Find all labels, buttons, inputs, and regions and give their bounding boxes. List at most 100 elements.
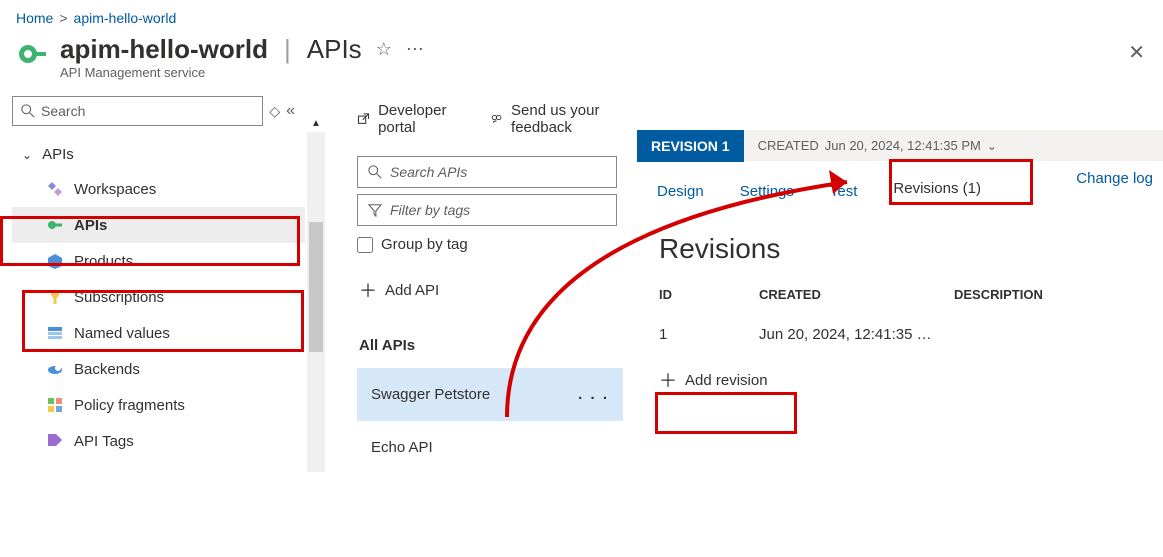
col-header-description: DESCRIPTION xyxy=(954,287,1141,302)
breadcrumb: Home > apim-hello-world xyxy=(0,0,1163,30)
sidebar-item-label: Backends xyxy=(74,361,140,378)
policy-fragments-icon xyxy=(46,396,64,414)
favorite-star-icon[interactable]: ☆ xyxy=(376,39,392,60)
group-by-tag-label: Group by tag xyxy=(381,236,468,253)
scroll-thumb[interactable] xyxy=(309,222,323,352)
add-revision-button[interactable]: ＋ Add revision xyxy=(659,367,768,393)
sidebar-item-subscriptions[interactable]: Subscriptions xyxy=(12,279,305,315)
api-item-label: Echo API xyxy=(371,439,433,456)
tab-settings[interactable]: Settings xyxy=(740,181,794,202)
developer-portal-label: Developer portal xyxy=(378,102,458,136)
title-pipe: | xyxy=(282,34,293,65)
col-header-id: ID xyxy=(659,287,759,302)
all-apis-header[interactable]: All APIs xyxy=(359,329,623,362)
sidebar: Search ◇ « ⌄ APIs Workspaces APIs Prod xyxy=(0,92,305,549)
filter-icon xyxy=(368,203,382,217)
sidebar-item-label: APIs xyxy=(74,217,107,234)
chevron-down-icon: ⌄ xyxy=(987,139,997,153)
scroll-up-icon[interactable]: ▲ xyxy=(307,114,325,132)
breadcrumb-resource[interactable]: apim-hello-world xyxy=(74,10,177,26)
add-api-label: Add API xyxy=(385,282,439,299)
search-icon xyxy=(21,104,35,118)
feedback-label: Send us your feedback xyxy=(511,102,623,136)
api-item-swagger-petstore[interactable]: Swagger Petstore . . . xyxy=(357,368,623,421)
tab-change-log[interactable]: Change log xyxy=(1076,170,1153,187)
api-item-more-icon[interactable]: . . . xyxy=(578,386,609,403)
apis-icon xyxy=(46,216,64,234)
add-revision-label: Add revision xyxy=(685,372,768,389)
sidebar-search-input[interactable]: Search xyxy=(12,96,263,126)
feedback-icon xyxy=(490,110,503,128)
sidebar-item-label: Subscriptions xyxy=(74,289,164,306)
sidebar-scrollbar[interactable]: ▲ xyxy=(307,132,325,472)
named-values-icon xyxy=(46,324,64,342)
revision-created-info[interactable]: CREATED Jun 20, 2024, 12:41:35 PM ⌄ xyxy=(744,130,1163,161)
apim-service-icon xyxy=(16,38,48,70)
revisions-heading: Revisions xyxy=(659,233,1163,265)
tab-test[interactable]: Test xyxy=(830,181,858,202)
revision-bar: REVISION 1 CREATED Jun 20, 2024, 12:41:3… xyxy=(637,128,1163,164)
main-layout: Search ◇ « ⌄ APIs Workspaces APIs Prod xyxy=(0,92,1163,549)
nav-group-label: APIs xyxy=(42,146,74,163)
sidebar-item-label: API Tags xyxy=(74,433,134,450)
backends-icon xyxy=(46,360,64,378)
revisions-table-header: ID CREATED DESCRIPTION xyxy=(637,287,1163,316)
annotation-box-add-revision xyxy=(655,392,797,434)
sidebar-item-label: Named values xyxy=(74,325,170,342)
revision-created-label: CREATED xyxy=(758,138,819,153)
filter-tags-input[interactable]: Filter by tags xyxy=(357,194,617,226)
developer-portal-link[interactable]: Developer portal xyxy=(357,102,458,136)
plus-icon: ＋ xyxy=(359,277,377,303)
col-header-created: CREATED xyxy=(759,287,954,302)
revision-badge[interactable]: REVISION 1 xyxy=(637,130,744,162)
page-subtitle: API Management service xyxy=(60,65,424,80)
sidebar-item-api-tags[interactable]: API Tags xyxy=(12,423,305,459)
chevron-down-icon: ⌄ xyxy=(22,148,32,162)
sidebar-search-placeholder: Search xyxy=(41,103,85,119)
sidebar-item-policy-fragments[interactable]: Policy fragments xyxy=(12,387,305,423)
tab-design[interactable]: Design xyxy=(657,181,704,202)
products-icon xyxy=(46,252,64,270)
api-item-label: Swagger Petstore xyxy=(371,386,490,403)
breadcrumb-sep: > xyxy=(59,10,67,26)
subscriptions-icon xyxy=(46,288,64,306)
external-link-icon xyxy=(357,110,370,128)
cell-description xyxy=(954,326,1141,343)
sidebar-item-label: Policy fragments xyxy=(74,397,185,414)
api-tags-icon xyxy=(46,432,64,450)
feedback-link[interactable]: Send us your feedback xyxy=(490,102,623,136)
cell-id: 1 xyxy=(659,326,759,343)
sort-toggle-icon[interactable]: ◇ xyxy=(269,103,280,120)
table-row[interactable]: 1 Jun 20, 2024, 12:41:35 … xyxy=(637,316,1163,353)
more-menu-icon[interactable]: ⋯ xyxy=(406,39,424,60)
group-by-tag-checkbox[interactable] xyxy=(357,237,373,253)
sidebar-item-label: Products xyxy=(74,253,133,270)
page-header: apim-hello-world | APIs ☆ ⋯ API Manageme… xyxy=(0,30,1163,92)
plus-icon: ＋ xyxy=(659,367,677,393)
nav-group-apis[interactable]: ⌄ APIs xyxy=(12,138,305,171)
page-section: APIs xyxy=(307,34,362,65)
page-title: apim-hello-world xyxy=(60,34,268,65)
api-list-panel: Developer portal Send us your feedback S… xyxy=(327,92,637,549)
api-item-echo[interactable]: Echo API xyxy=(357,421,623,474)
sidebar-item-backends[interactable]: Backends xyxy=(12,351,305,387)
sidebar-item-named-values[interactable]: Named values xyxy=(12,315,305,351)
sidebar-item-products[interactable]: Products xyxy=(12,243,305,279)
search-icon xyxy=(368,165,382,179)
api-detail-panel: REVISION 1 CREATED Jun 20, 2024, 12:41:3… xyxy=(637,92,1163,549)
filter-tags-placeholder: Filter by tags xyxy=(390,202,470,218)
revision-created-value: Jun 20, 2024, 12:41:35 PM xyxy=(825,138,981,153)
search-apis-input[interactable]: Search APIs xyxy=(357,156,617,188)
sidebar-item-apis[interactable]: APIs xyxy=(12,207,305,243)
breadcrumb-home[interactable]: Home xyxy=(16,10,53,26)
sidebar-item-workspaces[interactable]: Workspaces xyxy=(12,171,305,207)
tab-revisions[interactable]: Revisions (1) xyxy=(893,178,981,205)
search-apis-placeholder: Search APIs xyxy=(390,164,467,180)
add-api-button[interactable]: ＋ Add API xyxy=(359,277,623,303)
cell-created: Jun 20, 2024, 12:41:35 … xyxy=(759,326,954,343)
group-by-tag-row[interactable]: Group by tag xyxy=(357,236,623,253)
collapse-sidebar-icon[interactable]: « xyxy=(286,102,295,120)
workspaces-icon xyxy=(46,180,64,198)
close-icon[interactable]: ✕ xyxy=(1128,40,1145,65)
sidebar-item-label: Workspaces xyxy=(74,181,156,198)
